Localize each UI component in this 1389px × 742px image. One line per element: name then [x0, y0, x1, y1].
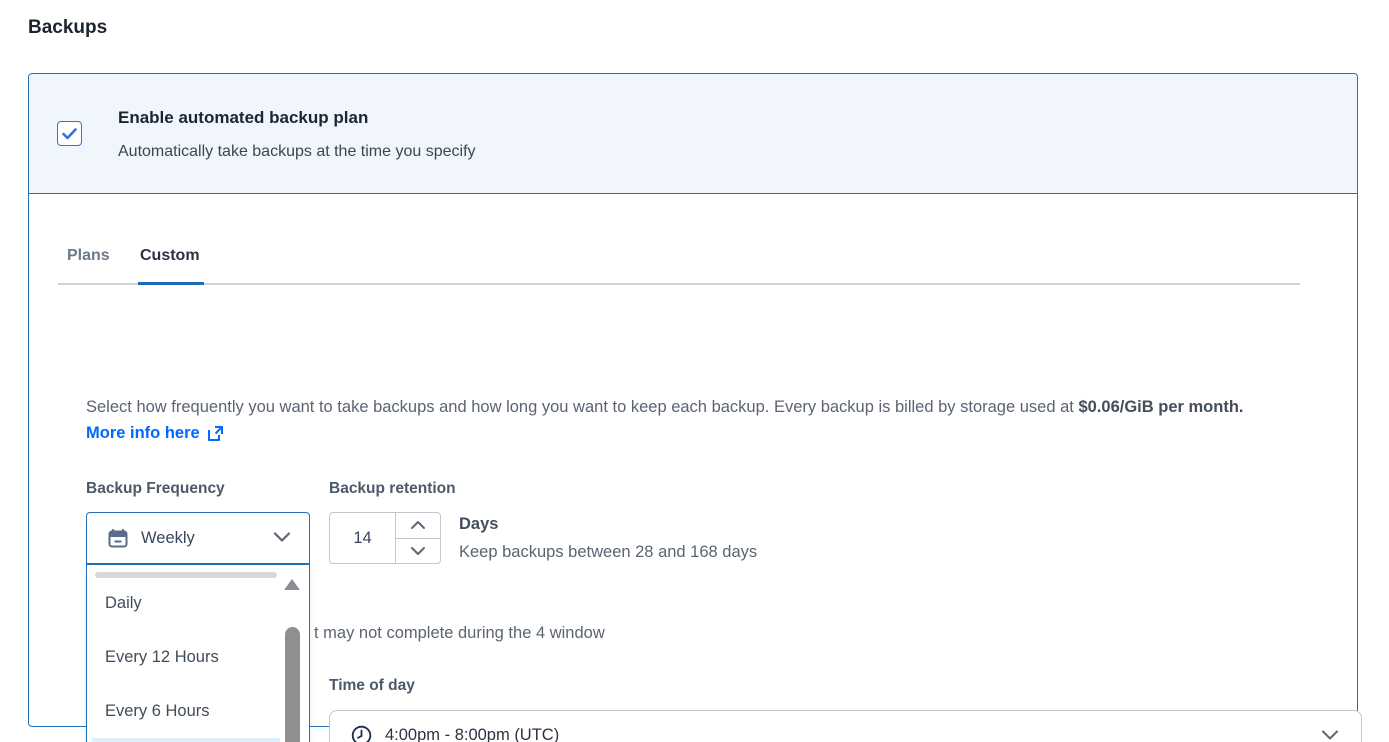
retention-days-stepper: 14 [329, 512, 441, 564]
chevron-down-icon [410, 546, 426, 556]
scrollbar-thumb[interactable] [285, 627, 300, 742]
stepper-up-button[interactable] [396, 513, 440, 539]
billing-price: $0.06/GiB per month. [1078, 398, 1243, 416]
tab-custom[interactable]: Custom [140, 247, 200, 265]
window-warning-text: t may not complete during the 4 window [314, 624, 605, 643]
retention-hint: Keep backups between 28 and 168 days [459, 543, 757, 562]
enable-backup-title: Enable automated backup plan [118, 108, 368, 128]
option-every-6-hours[interactable]: Every 6 Hours [92, 684, 280, 738]
time-of-day-select[interactable]: 4:00pm - 8:00pm (UTC) [329, 710, 1362, 742]
backup-retention-label: Backup retention [329, 480, 456, 498]
calendar-icon [108, 528, 128, 548]
scrollbar-up-arrow[interactable] [284, 579, 300, 590]
plan-tabs: Plans Custom [58, 247, 1328, 285]
chevron-down-icon [1321, 729, 1339, 741]
more-info-label: More info here [86, 424, 200, 443]
external-link-icon [207, 425, 224, 442]
frequency-options-listbox: Daily Every 12 Hours Every 6 Hours Every… [86, 564, 310, 742]
clock-icon [351, 725, 372, 742]
enable-backup-subtitle: Automatically take backups at the time y… [118, 143, 476, 161]
backups-panel: Enable automated backup plan Automatical… [28, 73, 1358, 727]
enable-backup-header: Enable automated backup plan Automatical… [29, 74, 1357, 194]
active-tab-underline [138, 282, 204, 285]
time-of-day-value: 4:00pm - 8:00pm (UTC) [385, 726, 559, 742]
tab-plans[interactable]: Plans [67, 247, 110, 265]
backup-frequency-value: Weekly [141, 529, 195, 548]
option-daily[interactable]: Daily [92, 576, 280, 630]
frequency-options: Daily Every 12 Hours Every 6 Hours Every… [92, 576, 280, 742]
option-every-12-hours[interactable]: Every 12 Hours [92, 630, 280, 684]
stepper-down-button[interactable] [396, 539, 440, 564]
option-every-4-hours[interactable]: Every 4 Hours [92, 738, 280, 742]
stepper-buttons [396, 513, 440, 563]
billing-description: Select how frequently you want to take b… [86, 398, 1346, 417]
backup-frequency-label: Backup Frequency [86, 480, 225, 498]
page-title: Backups [28, 17, 107, 39]
retention-unit-label: Days [459, 515, 498, 534]
tabs-baseline [58, 283, 1300, 285]
more-info-link[interactable]: More info here [86, 424, 224, 443]
enable-backup-checkbox[interactable] [57, 121, 82, 146]
backup-frequency-select[interactable]: Weekly [86, 512, 310, 564]
chevron-down-icon [273, 531, 291, 543]
time-of-day-label: Time of day [329, 677, 415, 695]
checkmark-icon [62, 128, 77, 140]
chevron-up-icon [410, 520, 426, 530]
backups-settings-page: Backups Enable automated backup plan Aut… [0, 0, 1389, 742]
retention-days-input[interactable]: 14 [330, 513, 396, 563]
billing-description-text: Select how frequently you want to take b… [86, 398, 1078, 416]
